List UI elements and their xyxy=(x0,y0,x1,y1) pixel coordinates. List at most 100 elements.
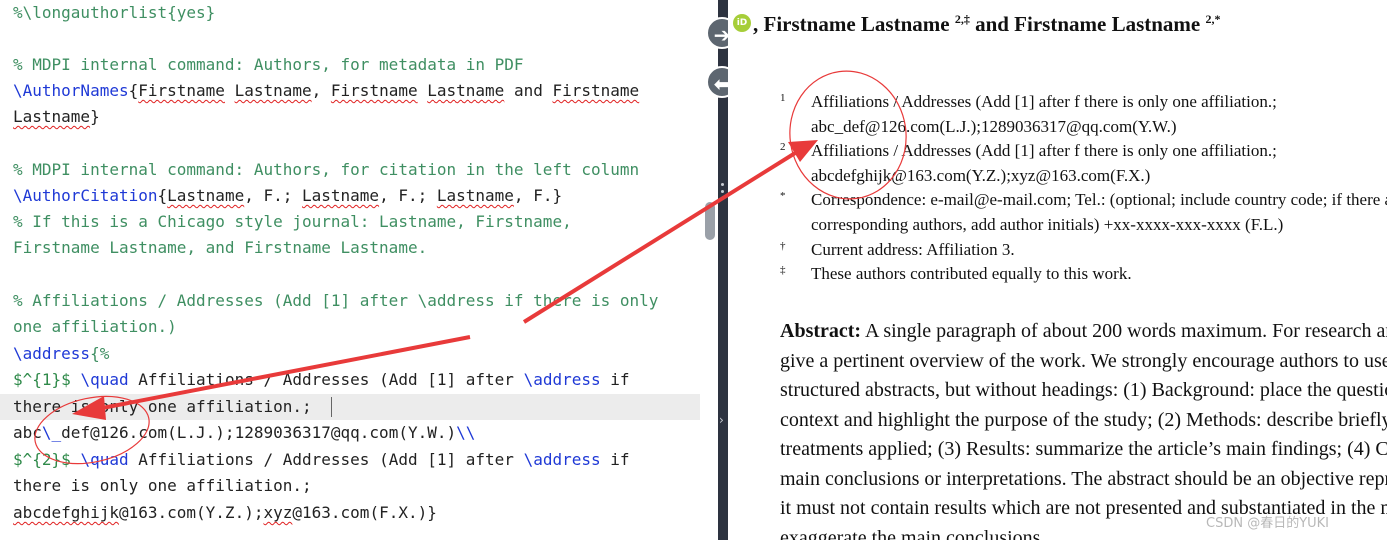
watermark: CSDN @春日的YUKI xyxy=(1206,516,1330,531)
code-line[interactable]: abc\_def@126.com(L.J.);1289036317@qq.com… xyxy=(13,420,475,446)
code-token-cmd: \quad xyxy=(80,370,129,389)
collapse-pane-icon[interactable]: › xyxy=(719,410,728,430)
affiliation-line: These authors contributed equally to thi… xyxy=(811,264,1132,283)
code-token-cmd: \AuthorNames xyxy=(13,81,129,100)
code-token-cmd: \address xyxy=(13,344,91,363)
abstract-line: main conclusions or interpretations. The… xyxy=(780,468,1387,491)
code-token: Firstname xyxy=(552,81,640,100)
abstract-text: main conclusions or interpretations. The… xyxy=(780,467,1387,490)
code-token-math: $^{2}$ xyxy=(13,450,81,469)
code-token: xyz xyxy=(263,503,293,522)
latex-editor[interactable]: %\longauthorlist{yes} % MDPI internal com… xyxy=(0,0,718,540)
divider-grip-dot xyxy=(721,197,724,200)
abstract-text: context and highlight the purpose of the… xyxy=(780,408,1387,431)
code-line[interactable]: $^{2}$ \quad Affiliations / Addresses (A… xyxy=(13,447,630,473)
author-list: , Firstname Lastname 2,‡ and Firstname L… xyxy=(753,12,1220,37)
code-token: } xyxy=(90,107,100,126)
affiliation-line: Current address: Affiliation 3. xyxy=(811,240,1015,259)
affiliation-line: Affiliations / Addresses (Add [1] after … xyxy=(811,92,1277,111)
code-token: Firstname xyxy=(138,81,225,100)
code-token-math: $^{1}$ xyxy=(13,370,81,389)
code-line[interactable]: abcdefghijk@163.com(Y.Z.);xyz@163.com(F.… xyxy=(13,500,437,526)
affiliation-marker: † xyxy=(780,240,786,252)
code-line[interactable]: \AuthorNames{Firstname Lastname, Firstna… xyxy=(13,78,639,104)
code-line[interactable]: \AuthorCitation{Lastname, F.; Lastname, … xyxy=(13,183,562,209)
abstract-text: A single paragraph of about 200 words ma… xyxy=(864,320,1387,342)
abstract-line: Abstract: A single paragraph of about 20… xyxy=(780,320,1387,343)
code-token: Firstname xyxy=(330,81,418,100)
code-token: Affiliations / Addresses (Add [1] after xyxy=(128,370,524,389)
authors-part-b: and Firstname Lastname xyxy=(969,12,1206,36)
code-line[interactable]: %\longauthorlist{yes} xyxy=(13,0,215,26)
code-line[interactable]: % MDPI internal command: Authors, for ci… xyxy=(13,157,639,183)
affiliation-line: Affiliations / Addresses (Add [1] after … xyxy=(811,141,1277,160)
code-token-comment: % Affiliations / Addresses (Add [1] afte… xyxy=(13,291,659,310)
author-sup-2: 2,* xyxy=(1205,12,1221,26)
abstract-line: give a pertinent overview of the work. W… xyxy=(780,350,1387,373)
editor-scrollbar-thumb[interactable] xyxy=(705,202,715,240)
code-token: Lastname xyxy=(427,81,505,100)
author-sup-1: 2,‡ xyxy=(954,12,970,26)
code-token-comment: Firstname Lastname, and Firstname Lastna… xyxy=(13,238,428,257)
code-token: abc xyxy=(13,423,42,442)
abstract-line: structured abstracts, but without headin… xyxy=(780,379,1387,402)
affiliation-line: abc_def@126.com(L.J.);1289036317@qq.com(… xyxy=(811,117,1177,136)
abstract-text: give a pertinent overview of the work. W… xyxy=(780,349,1387,372)
code-line[interactable]: Firstname Lastname, and Firstname Lastna… xyxy=(13,235,427,261)
affiliation-line: corresponding authors, add author initia… xyxy=(811,215,1284,234)
code-token: Lastname xyxy=(436,186,514,205)
code-token-comment: one affiliation.) xyxy=(13,317,177,336)
code-token: Lastname xyxy=(302,186,380,205)
authors-part-a: , Firstname Lastname xyxy=(753,12,955,36)
affiliation-line: Correspondence: e-mail@e-mail.com; Tel.:… xyxy=(811,190,1387,209)
code-line[interactable]: % Affiliations / Addresses (Add [1] afte… xyxy=(13,288,658,314)
code-token-cmd: \AuthorCitation xyxy=(13,186,158,205)
code-token-comment: %\longauthorlist{yes} xyxy=(13,3,216,22)
code-line[interactable]: there is only one affiliation.; xyxy=(13,473,312,499)
code-token: Lastname xyxy=(234,81,312,100)
code-token: Affiliations / Addresses (Add [1] after xyxy=(128,450,524,469)
affiliation-marker: 1 xyxy=(780,92,786,104)
affiliation-marker: 2 xyxy=(780,141,786,153)
abstract-line: treatments applied; (3) Results: summari… xyxy=(780,438,1387,461)
code-line[interactable]: % MDPI internal command: Authors, for me… xyxy=(13,52,524,78)
code-line[interactable]: Lastname} xyxy=(13,104,100,130)
code-line[interactable]: there is only one affiliation.; xyxy=(13,394,312,420)
abstract-line: context and highlight the purpose of the… xyxy=(780,409,1387,432)
pdf-preview[interactable]: iD , Firstname Lastname 2,‡ and Firstnam… xyxy=(728,0,1387,540)
code-token: @163.com(F.X.)} xyxy=(292,503,437,522)
abstract-line: exaggerate the main conclusions. xyxy=(780,527,1045,540)
code-token: there is only one affiliation.; xyxy=(13,397,312,416)
code-token: if xyxy=(600,450,630,469)
divider-grip-dot xyxy=(721,183,724,186)
code-line[interactable]: $^{1}$ \quad Affiliations / Addresses (A… xyxy=(13,367,630,393)
code-token: Lastname xyxy=(167,186,245,205)
text-cursor xyxy=(331,397,332,417)
code-token: there is only one affiliation.; xyxy=(13,476,312,495)
code-token-cmd: \address xyxy=(523,450,601,469)
code-line[interactable]: % If this is a Chicago style journal: La… xyxy=(13,209,572,235)
abstract-text: exaggerate the main conclusions. xyxy=(780,526,1046,540)
code-token-cmd: \_ xyxy=(41,423,62,442)
code-line[interactable]: one affiliation.) xyxy=(13,314,177,340)
code-token-cmd: \address xyxy=(523,370,601,389)
code-token: if xyxy=(600,370,630,389)
abstract-text: structured abstracts, but without headin… xyxy=(780,379,1387,401)
code-token: , xyxy=(311,81,331,100)
affiliation-marker: ‡ xyxy=(780,264,786,276)
code-line[interactable]: \address{% xyxy=(13,341,109,367)
code-token: @163.com(Y.Z.); xyxy=(118,503,264,522)
code-token-cmd: \\ xyxy=(456,423,476,442)
orcid-icon[interactable]: iD xyxy=(733,14,751,32)
code-token-comment: % MDPI internal command: Authors, for me… xyxy=(13,55,524,74)
code-token: abcdefghijk xyxy=(13,503,119,522)
code-token-comment: % If this is a Chicago style journal: La… xyxy=(13,212,572,231)
affiliation-marker: * xyxy=(780,190,786,202)
code-token-comment: {% xyxy=(90,344,110,363)
code-token: , F.; xyxy=(379,186,437,205)
code-token: and xyxy=(504,81,553,100)
abstract-label: Abstract: xyxy=(780,320,862,342)
abstract-text: treatments applied; (3) Results: summari… xyxy=(780,438,1387,460)
